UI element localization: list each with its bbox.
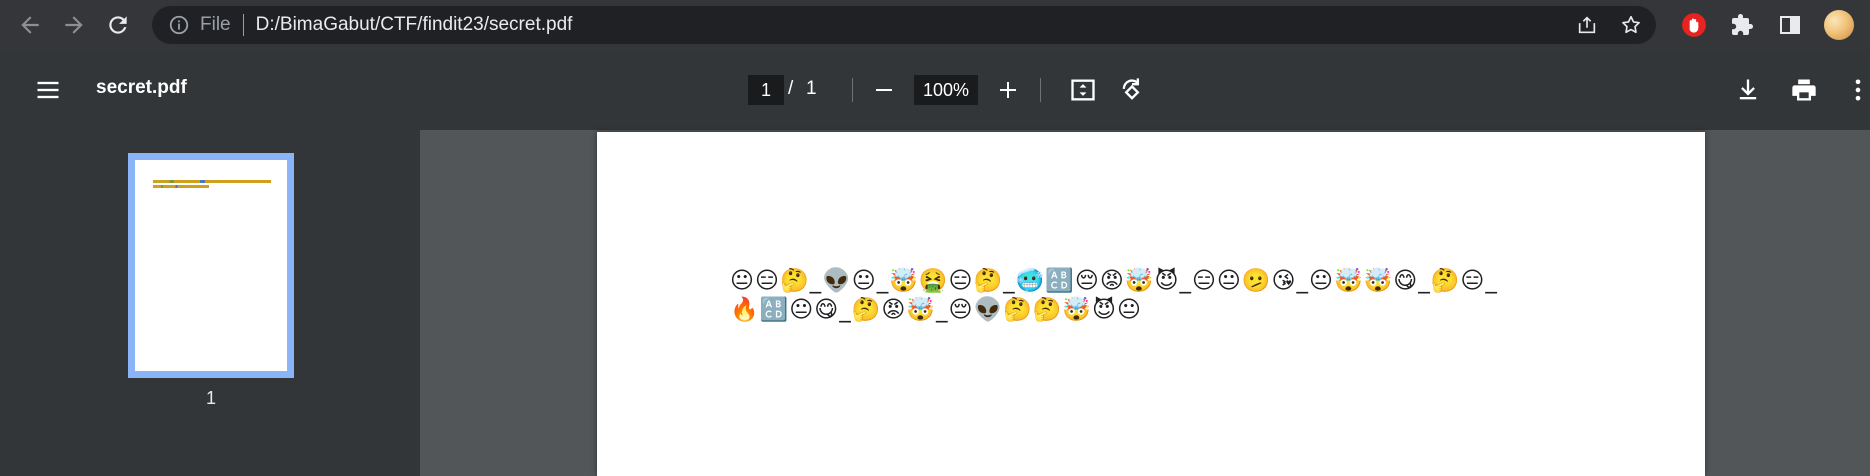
puzzle-icon <box>1732 14 1753 35</box>
url-text[interactable]: D:/BimaGabut/CTF/findit23/secret.pdf <box>256 14 573 36</box>
download-icon[interactable] <box>1734 76 1762 104</box>
thumbnail-sidebar: 1 <box>0 130 420 476</box>
back-arrow-icon <box>21 16 39 34</box>
extension-button[interactable] <box>1680 11 1708 39</box>
fit-to-page-icon[interactable] <box>1069 76 1097 104</box>
document-text-line: 🔥🔠😐😋_🤔😡🤯_😔👽🤔🤔🤯😈😐 <box>730 297 1142 323</box>
reload-icon <box>109 16 127 34</box>
pdf-page: 😐😑🤔_👽😐_🤯🤮😑🤔_🥶🔠😔😡🤯😈_😑😐🫤😘_😐🤯🤯😋_🤔😑_ 🔥🔠😐😋_🤔😡… <box>597 132 1705 476</box>
thumbnail-text-line <box>153 185 209 188</box>
forward-arrow-icon <box>65 16 83 34</box>
zoom-in-icon[interactable] <box>996 78 1020 102</box>
page-number-input[interactable]: 1 <box>748 75 784 105</box>
more-options-icon[interactable] <box>1848 76 1868 104</box>
avatar[interactable] <box>1824 10 1854 40</box>
rotate-icon[interactable] <box>1118 76 1146 104</box>
scheme-label: File <box>200 14 231 35</box>
pdf-viewer[interactable]: 😐😑🤔_👽😐_🤯🤮😑🤔_🥶🔠😔😡🤯😈_😑😐🫤😘_😐🤯🤯😋_🤔😑_ 🔥🔠😐😋_🤔😡… <box>420 130 1870 476</box>
zoom-out-icon[interactable] <box>872 78 896 102</box>
pdf-toolbar: secret.pdf 1 / 1 100% <box>0 50 1870 130</box>
document-title: secret.pdf <box>96 77 187 98</box>
back-button[interactable] <box>10 5 50 45</box>
reload-button[interactable] <box>98 5 138 45</box>
side-panel-icon <box>1780 16 1800 34</box>
extensions-menu-button[interactable] <box>1728 11 1756 39</box>
menu-icon[interactable] <box>34 76 62 104</box>
extensions-area <box>1680 6 1854 44</box>
document-text-line: 😐😑🤔_👽😐_🤯🤮😑🤔_🥶🔠😔😡🤯😈_😑😐🫤😘_😐🤯🤯😋_🤔😑_ <box>730 268 1498 294</box>
extension-shield-icon <box>1682 13 1706 37</box>
info-icon[interactable] <box>168 14 190 36</box>
page-total: 1 <box>806 78 817 99</box>
bookmark-star-icon[interactable] <box>1620 14 1642 36</box>
thumbnail-text-line <box>153 180 271 183</box>
omnibox-actions <box>1576 6 1642 44</box>
zoom-input[interactable]: 100% <box>914 75 978 105</box>
page-separator: / <box>788 78 794 99</box>
thumbnail-page-number: 1 <box>205 388 216 408</box>
address-bar[interactable]: File D:/BimaGabut/CTF/findit23/secret.pd… <box>152 6 1656 44</box>
side-panel-button[interactable] <box>1776 11 1804 39</box>
toolbar-divider <box>1040 78 1041 102</box>
share-icon[interactable] <box>1576 14 1598 36</box>
print-icon[interactable] <box>1790 76 1818 104</box>
forward-button[interactable] <box>54 5 94 45</box>
toolbar-divider <box>852 78 853 102</box>
omnibox-divider <box>242 14 244 36</box>
page-thumbnail[interactable] <box>128 153 294 378</box>
browser-toolbar: File D:/BimaGabut/CTF/findit23/secret.pd… <box>0 0 1870 50</box>
